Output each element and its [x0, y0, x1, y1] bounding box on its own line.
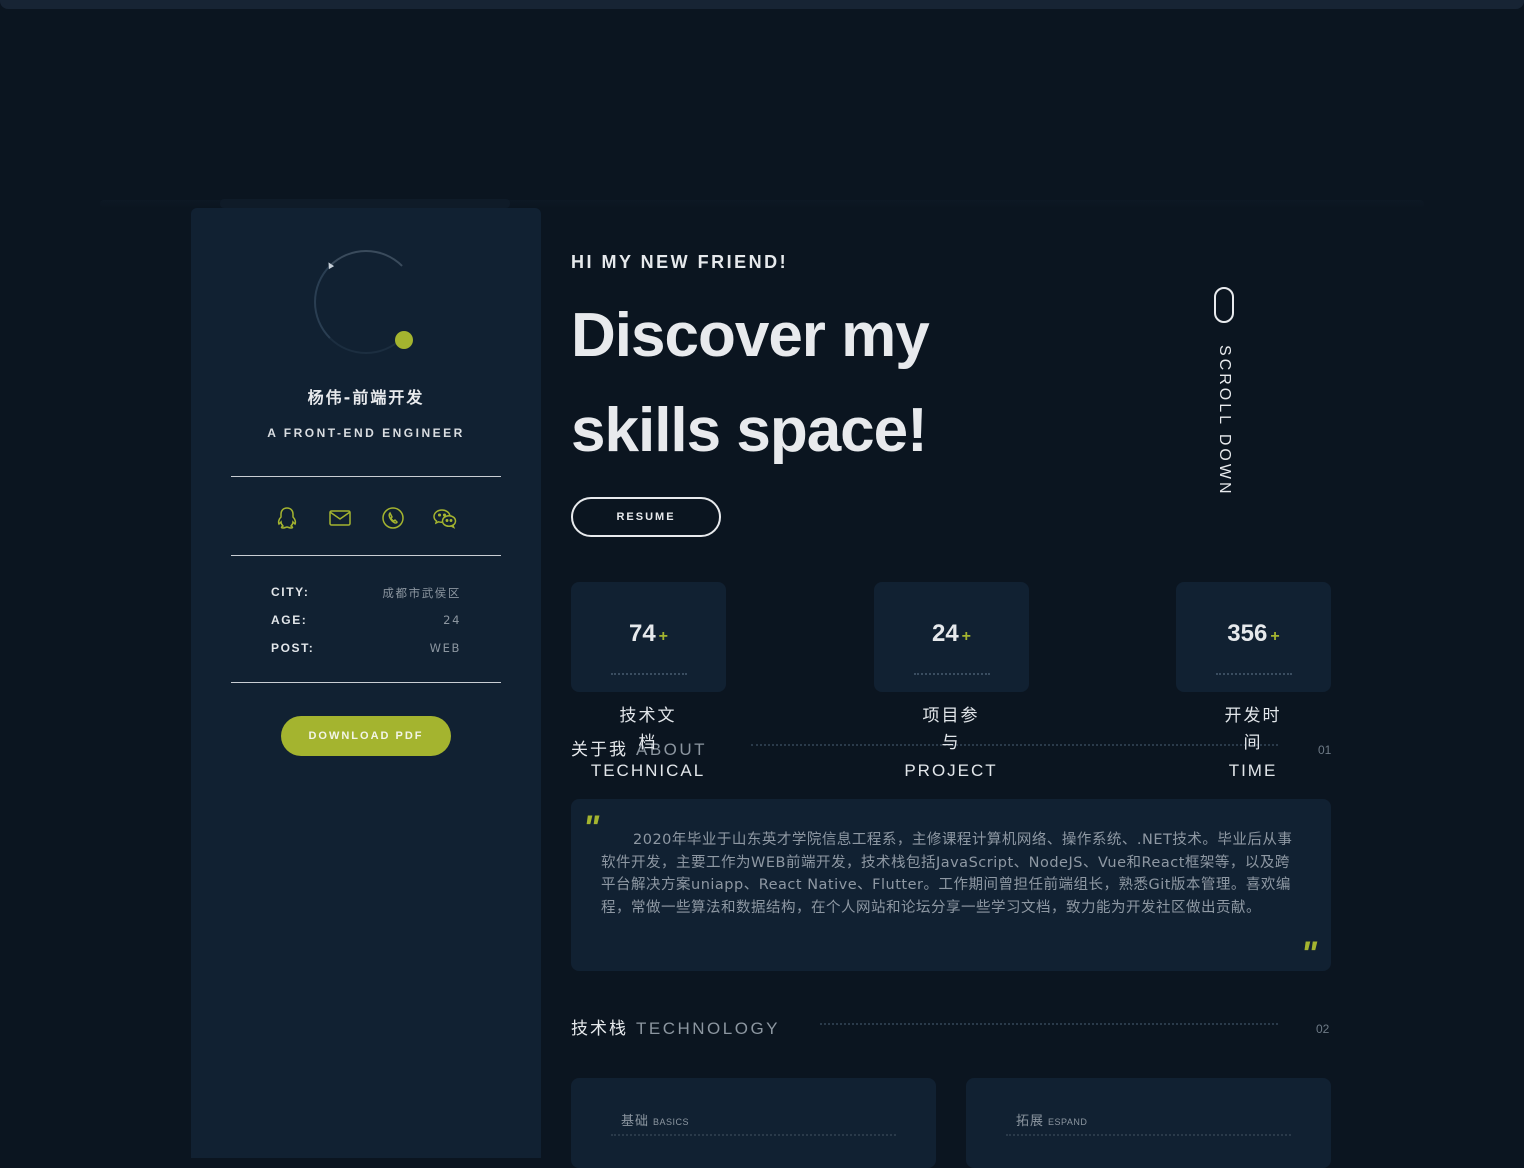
stat-plus: +: [1270, 628, 1280, 645]
headline-line: skills space!: [571, 396, 928, 465]
stat-card: 74 +: [571, 582, 726, 692]
social-links: [191, 504, 541, 532]
online-status-dot: [395, 331, 413, 349]
stat-plus: +: [658, 628, 669, 645]
tech-card-expand: 拓展 ESPAND: [966, 1078, 1331, 1168]
tech-card-title: 基础 BASICS: [621, 1110, 689, 1129]
resume-button[interactable]: RESUME: [571, 497, 721, 537]
tech-card-title-cn: 拓展: [1016, 1114, 1045, 1129]
stat-value: 74 +: [571, 620, 726, 648]
tech-card-divider: [611, 1134, 896, 1136]
divider: [231, 476, 501, 477]
phone-icon[interactable]: [379, 504, 407, 532]
profile-name: 杨伟-前端开发: [307, 388, 425, 407]
avatar: [314, 250, 418, 354]
section-divider: [820, 1023, 1278, 1025]
stat-label-cn: 项目参与: [922, 706, 980, 753]
section-title-technology: 技术栈 TECHNOLOGY: [571, 1014, 780, 1039]
stat-label-en: TIME: [1228, 761, 1278, 780]
stat-label: 项目参与 PROJECT: [871, 703, 1031, 784]
section-title-cn: 技术栈: [571, 1019, 628, 1039]
wechat-icon[interactable]: [431, 504, 459, 532]
stat-number: 24: [931, 620, 959, 647]
about-text: 2020年毕业于山东英才学院信息工程系，主修课程计算机网络、操作系统、.NET技…: [601, 832, 1293, 916]
info-row-age: AGE: 24: [271, 613, 461, 631]
quote-open-icon: ": [583, 809, 600, 847]
stat-number: 356: [1227, 620, 1268, 647]
stat-dots: [611, 673, 687, 675]
tech-card-title: 拓展 ESPAND: [1016, 1110, 1087, 1129]
headline-line: Discover my: [571, 301, 930, 370]
quote-close-icon: ": [1300, 935, 1317, 973]
download-pdf-button[interactable]: DOWNLOAD PDF: [281, 716, 451, 756]
stat-label-cn: 技术文档: [619, 706, 677, 753]
info-value: 24: [443, 613, 461, 627]
stat-label-en: TECHNICAL: [590, 761, 706, 780]
greeting: HI MY NEW FRIEND!: [571, 252, 789, 272]
tech-card-divider: [1006, 1134, 1291, 1136]
tech-card-title-cn: 基础: [621, 1114, 650, 1129]
info-key: CITY:: [271, 585, 310, 599]
headline: Discover my skills space!: [571, 288, 930, 478]
stat-card: 356 +: [1176, 582, 1331, 692]
divider: [231, 555, 501, 556]
stat-label-en: PROJECT: [904, 761, 998, 780]
profile-role: A FRONT-END ENGINEER: [267, 426, 465, 440]
tech-card-title-en: ESPAND: [1048, 1117, 1088, 1127]
scroll-down-label: SCROLL DOWN: [1216, 345, 1233, 497]
stat-value: 24 +: [874, 620, 1029, 648]
info-key: AGE:: [271, 613, 308, 627]
info-value: 成都市武侯区: [382, 586, 461, 600]
info-row-post: POST: WEB: [271, 641, 461, 659]
stat-card: 24 +: [874, 582, 1029, 692]
stat-value: 356 +: [1176, 620, 1331, 648]
top-bar: [0, 0, 1524, 9]
section-number: 02: [1316, 1022, 1330, 1036]
section-title-en: TECHNOLOGY: [636, 1019, 781, 1038]
scroll-down-link[interactable]: SCROLL DOWN: [1199, 345, 1249, 505]
stat-number: 74: [628, 620, 656, 647]
tech-card-title-en: BASICS: [653, 1117, 690, 1127]
stat-label: 开发时间 TIME: [1173, 703, 1333, 784]
stat-dots: [1216, 673, 1292, 675]
header-shadow-accent: [220, 199, 510, 208]
info-value: WEB: [429, 641, 461, 655]
stat-label: 技术文档 TECHNICAL: [568, 703, 728, 784]
stat-label-cn: 开发时间: [1224, 706, 1282, 753]
about-quote-card: " 2020年毕业于山东英才学院信息工程系，主修课程计算机网络、操作系统、.NE…: [571, 799, 1331, 971]
mail-icon[interactable]: [326, 504, 354, 532]
tech-card-basics: 基础 BASICS: [571, 1078, 936, 1168]
stat-plus: +: [961, 628, 972, 645]
mouse-scroll-icon[interactable]: [1214, 287, 1234, 323]
divider: [231, 682, 501, 683]
stat-dots: [914, 673, 990, 675]
qq-icon[interactable]: [273, 504, 301, 532]
profile-sidebar: 杨伟-前端开发 A FRONT-END ENGINEER CITY: 成都市武侯…: [191, 208, 541, 1158]
info-row-city: CITY: 成都市武侯区: [271, 585, 461, 603]
info-key: POST:: [271, 641, 315, 655]
